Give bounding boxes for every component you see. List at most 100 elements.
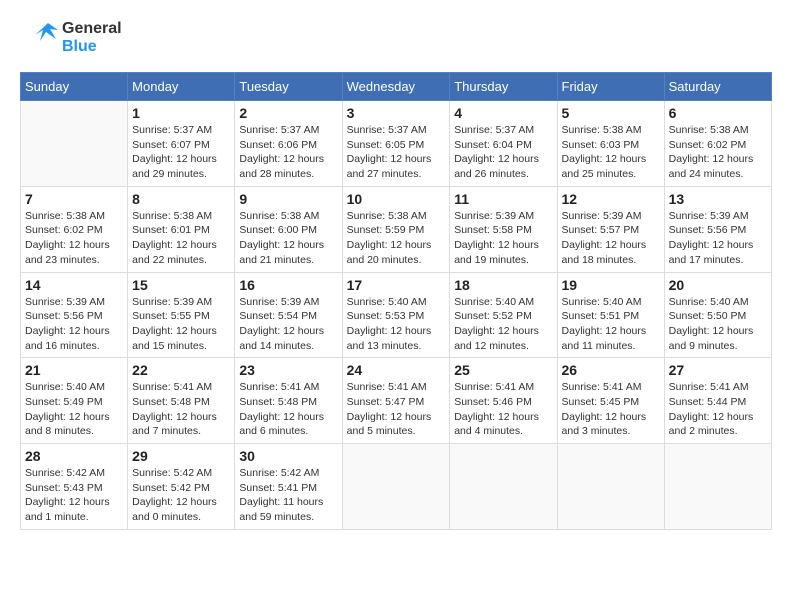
calendar-cell: 8 Sunrise: 5:38 AM Sunset: 6:01 PM Daylig… xyxy=(128,186,235,272)
calendar-cell: 15 Sunrise: 5:39 AM Sunset: 5:55 PM Dayli… xyxy=(128,272,235,358)
calendar-cell: 24 Sunrise: 5:41 AM Sunset: 5:47 PM Dayli… xyxy=(342,358,450,444)
day-info: Sunrise: 5:40 AM Sunset: 5:52 PM Dayligh… xyxy=(454,295,552,354)
day-info: Sunrise: 5:40 AM Sunset: 5:49 PM Dayligh… xyxy=(25,380,123,439)
day-info: Sunrise: 5:41 AM Sunset: 5:48 PM Dayligh… xyxy=(239,380,337,439)
calendar-cell: 17 Sunrise: 5:40 AM Sunset: 5:53 PM Dayli… xyxy=(342,272,450,358)
logo: General Blue xyxy=(20,20,122,56)
day-info: Sunrise: 5:39 AM Sunset: 5:55 PM Dayligh… xyxy=(132,295,230,354)
calendar-cell xyxy=(557,444,664,530)
calendar-week-3: 14 Sunrise: 5:39 AM Sunset: 5:56 PM Dayli… xyxy=(21,272,772,358)
day-info: Sunrise: 5:39 AM Sunset: 5:56 PM Dayligh… xyxy=(25,295,123,354)
calendar-cell: 23 Sunrise: 5:41 AM Sunset: 5:48 PM Dayli… xyxy=(235,358,342,444)
day-number: 22 xyxy=(132,362,230,378)
calendar-cell: 1Sunrise: 5:37 AM Sunset: 6:07 PM Daylig… xyxy=(128,101,235,187)
day-header-wednesday: Wednesday xyxy=(342,73,450,101)
day-info: Sunrise: 5:38 AM Sunset: 5:59 PM Dayligh… xyxy=(347,209,446,268)
day-info: Sunrise: 5:41 AM Sunset: 5:45 PM Dayligh… xyxy=(562,380,660,439)
day-info: Sunrise: 5:40 AM Sunset: 5:50 PM Dayligh… xyxy=(669,295,767,354)
day-info: Sunrise: 5:39 AM Sunset: 5:57 PM Dayligh… xyxy=(562,209,660,268)
day-number: 25 xyxy=(454,362,552,378)
day-number: 13 xyxy=(669,191,767,207)
day-info: Sunrise: 5:40 AM Sunset: 5:51 PM Dayligh… xyxy=(562,295,660,354)
calendar-week-4: 21 Sunrise: 5:40 AM Sunset: 5:49 PM Dayli… xyxy=(21,358,772,444)
calendar-cell xyxy=(342,444,450,530)
day-number: 6 xyxy=(669,105,767,121)
day-number: 24 xyxy=(347,362,446,378)
calendar-cell xyxy=(664,444,771,530)
day-number: 15 xyxy=(132,277,230,293)
calendar-week-1: 1Sunrise: 5:37 AM Sunset: 6:07 PM Daylig… xyxy=(21,101,772,187)
calendar-cell: 10Sunrise: 5:38 AM Sunset: 5:59 PM Dayli… xyxy=(342,186,450,272)
day-info: Sunrise: 5:42 AM Sunset: 5:43 PM Dayligh… xyxy=(25,466,123,525)
day-number: 18 xyxy=(454,277,552,293)
calendar-cell: 29 Sunrise: 5:42 AM Sunset: 5:42 PM Dayli… xyxy=(128,444,235,530)
logo-text xyxy=(20,21,58,56)
day-header-sunday: Sunday xyxy=(21,73,128,101)
day-header-tuesday: Tuesday xyxy=(235,73,342,101)
calendar-cell: 13 Sunrise: 5:39 AM Sunset: 5:56 PM Dayli… xyxy=(664,186,771,272)
day-header-saturday: Saturday xyxy=(664,73,771,101)
day-info: Sunrise: 5:39 AM Sunset: 5:56 PM Dayligh… xyxy=(669,209,767,268)
calendar-cell: 27 Sunrise: 5:41 AM Sunset: 5:44 PM Dayli… xyxy=(664,358,771,444)
day-number: 21 xyxy=(25,362,123,378)
day-info: Sunrise: 5:38 AM Sunset: 6:03 PM Dayligh… xyxy=(562,123,660,182)
page-header: General Blue xyxy=(20,20,772,56)
calendar-cell: 4Sunrise: 5:37 AM Sunset: 6:04 PM Daylig… xyxy=(450,101,557,187)
logo-general: General xyxy=(62,20,122,38)
day-number: 19 xyxy=(562,277,660,293)
day-info: Sunrise: 5:39 AM Sunset: 5:58 PM Dayligh… xyxy=(454,209,552,268)
day-number: 7 xyxy=(25,191,123,207)
day-info: Sunrise: 5:41 AM Sunset: 5:44 PM Dayligh… xyxy=(669,380,767,439)
day-number: 26 xyxy=(562,362,660,378)
calendar-cell: 9Sunrise: 5:38 AM Sunset: 6:00 PM Daylig… xyxy=(235,186,342,272)
day-number: 17 xyxy=(347,277,446,293)
calendar-cell: 22 Sunrise: 5:41 AM Sunset: 5:48 PM Dayli… xyxy=(128,358,235,444)
calendar-cell: 3 Sunrise: 5:37 AM Sunset: 6:05 PM Daylig… xyxy=(342,101,450,187)
day-number: 14 xyxy=(25,277,123,293)
calendar-cell xyxy=(21,101,128,187)
calendar-cell: 28 Sunrise: 5:42 AM Sunset: 5:43 PM Dayli… xyxy=(21,444,128,530)
day-header-thursday: Thursday xyxy=(450,73,557,101)
calendar-cell: 12Sunrise: 5:39 AM Sunset: 5:57 PM Dayli… xyxy=(557,186,664,272)
day-number: 9 xyxy=(239,191,337,207)
day-number: 30 xyxy=(239,448,337,464)
calendar-table: SundayMondayTuesdayWednesdayThursdayFrid… xyxy=(20,72,772,530)
calendar-cell: 30Sunrise: 5:42 AM Sunset: 5:41 PM Dayli… xyxy=(235,444,342,530)
day-number: 11 xyxy=(454,191,552,207)
logo-bird-svg xyxy=(20,21,58,51)
calendar-cell: 25Sunrise: 5:41 AM Sunset: 5:46 PM Dayli… xyxy=(450,358,557,444)
day-number: 27 xyxy=(669,362,767,378)
day-info: Sunrise: 5:37 AM Sunset: 6:04 PM Dayligh… xyxy=(454,123,552,182)
day-info: Sunrise: 5:41 AM Sunset: 5:47 PM Dayligh… xyxy=(347,380,446,439)
day-info: Sunrise: 5:37 AM Sunset: 6:06 PM Dayligh… xyxy=(239,123,337,182)
logo-blue: Blue xyxy=(62,38,122,56)
day-info: Sunrise: 5:38 AM Sunset: 6:02 PM Dayligh… xyxy=(669,123,767,182)
calendar-cell: 11 Sunrise: 5:39 AM Sunset: 5:58 PM Dayli… xyxy=(450,186,557,272)
day-number: 2 xyxy=(239,105,337,121)
day-info: Sunrise: 5:38 AM Sunset: 6:01 PM Dayligh… xyxy=(132,209,230,268)
day-number: 29 xyxy=(132,448,230,464)
calendar-cell: 18 Sunrise: 5:40 AM Sunset: 5:52 PM Dayli… xyxy=(450,272,557,358)
day-info: Sunrise: 5:41 AM Sunset: 5:48 PM Dayligh… xyxy=(132,380,230,439)
calendar-cell: 16 Sunrise: 5:39 AM Sunset: 5:54 PM Dayli… xyxy=(235,272,342,358)
calendar-week-5: 28 Sunrise: 5:42 AM Sunset: 5:43 PM Dayli… xyxy=(21,444,772,530)
day-info: Sunrise: 5:42 AM Sunset: 5:42 PM Dayligh… xyxy=(132,466,230,525)
day-number: 8 xyxy=(132,191,230,207)
day-number: 5 xyxy=(562,105,660,121)
day-info: Sunrise: 5:38 AM Sunset: 6:02 PM Dayligh… xyxy=(25,209,123,268)
day-header-monday: Monday xyxy=(128,73,235,101)
day-number: 20 xyxy=(669,277,767,293)
calendar-cell: 2 Sunrise: 5:37 AM Sunset: 6:06 PM Daylig… xyxy=(235,101,342,187)
day-number: 16 xyxy=(239,277,337,293)
day-number: 23 xyxy=(239,362,337,378)
calendar-cell: 21 Sunrise: 5:40 AM Sunset: 5:49 PM Dayli… xyxy=(21,358,128,444)
day-number: 3 xyxy=(347,105,446,121)
calendar-week-2: 7 Sunrise: 5:38 AM Sunset: 6:02 PM Daylig… xyxy=(21,186,772,272)
day-info: Sunrise: 5:39 AM Sunset: 5:54 PM Dayligh… xyxy=(239,295,337,354)
calendar-cell xyxy=(450,444,557,530)
day-number: 28 xyxy=(25,448,123,464)
day-info: Sunrise: 5:40 AM Sunset: 5:53 PM Dayligh… xyxy=(347,295,446,354)
day-info: Sunrise: 5:37 AM Sunset: 6:05 PM Dayligh… xyxy=(347,123,446,182)
day-info: Sunrise: 5:37 AM Sunset: 6:07 PM Dayligh… xyxy=(132,123,230,182)
calendar-cell: 19 Sunrise: 5:40 AM Sunset: 5:51 PM Dayli… xyxy=(557,272,664,358)
